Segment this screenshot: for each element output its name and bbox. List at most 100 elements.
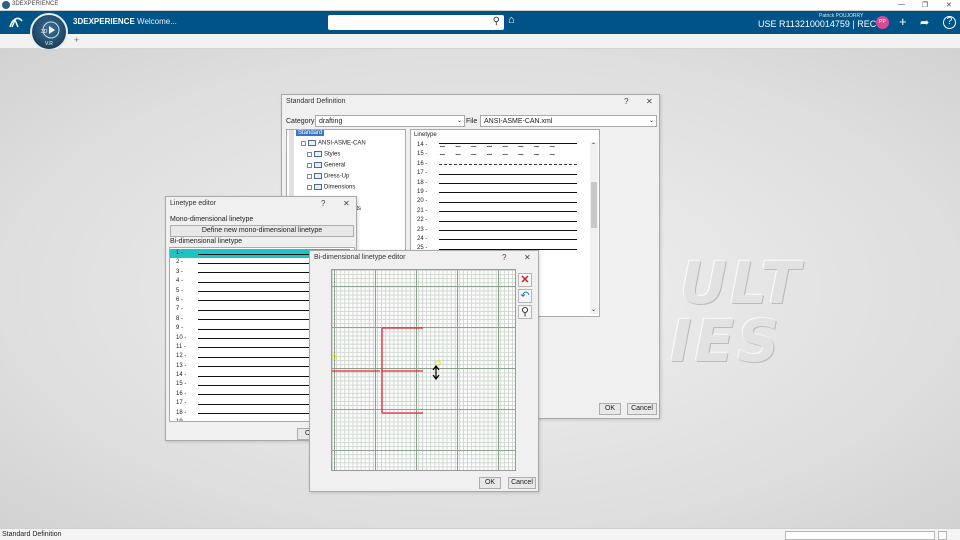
- close-button[interactable]: ✕: [524, 253, 531, 262]
- row-number: 17 -: [176, 400, 187, 407]
- mono-label: Mono-dimensional linetype: [170, 216, 254, 223]
- search-field[interactable]: ⚲: [328, 15, 504, 30]
- delete-stroke-icon[interactable]: ✕: [518, 273, 532, 287]
- status-square[interactable]: [938, 531, 947, 540]
- app-icon: [2, 1, 10, 9]
- linetype-sample: [439, 239, 577, 241]
- linetype-row[interactable]: 15 - ∼∼∼∼∼∼∼∼: [417, 150, 585, 159]
- play-icon[interactable]: 3D: [38, 20, 64, 40]
- tree-node-ansi[interactable]: ANSI-ASME-CAN: [301, 140, 366, 147]
- linetype-row[interactable]: 19 -: [417, 188, 585, 197]
- ok-button[interactable]: OK: [599, 403, 621, 415]
- linetype-number: 24 -: [417, 235, 428, 242]
- linetype-sample: [439, 201, 577, 203]
- row-number: 13 -: [176, 362, 187, 369]
- status-text: Standard Definition: [2, 531, 62, 538]
- dialog-title: Standard Definition: [286, 98, 346, 105]
- close-button[interactable]: ✕: [646, 97, 653, 106]
- compass-label: V.R: [45, 41, 53, 47]
- file-select[interactable]: ANSI-ASME-CAN.xml ⌄: [480, 115, 657, 127]
- linetype-pattern-canvas[interactable]: [332, 270, 517, 472]
- status-bar: Standard Definition: [0, 528, 960, 540]
- help-button[interactable]: ?: [502, 253, 506, 262]
- undo-icon[interactable]: ↶: [518, 289, 532, 303]
- row-number: 18 -: [176, 409, 187, 416]
- scroll-up-icon[interactable]: ⌃: [591, 142, 596, 149]
- linetype-row[interactable]: 23 -: [417, 226, 585, 235]
- add-tab-icon[interactable]: +: [74, 35, 79, 45]
- linetype-row[interactable]: 14 - ∼∼∼∼∼∼∼∼: [417, 141, 585, 150]
- linetype-number: 16 -: [417, 160, 428, 167]
- cancel-button[interactable]: Cancel: [508, 477, 536, 489]
- welcome-text: Welcome...: [137, 17, 177, 26]
- close-button[interactable]: ✕: [343, 199, 350, 208]
- top-bar: 3DEXPERIENCE Welcome... ⚲ ⌂ Patrick POUJ…: [0, 11, 960, 34]
- linetype-row[interactable]: 20 -: [417, 197, 585, 206]
- row-number: 9 -: [176, 325, 184, 332]
- compass-widget[interactable]: 3D V.R: [30, 13, 68, 51]
- linetype-row[interactable]: 21 -: [417, 207, 585, 216]
- tree-node-general[interactable]: General: [307, 162, 345, 169]
- row-number: 2 -: [176, 259, 184, 266]
- help-icon[interactable]: ?: [943, 16, 956, 29]
- linetype-row[interactable]: 22 -: [417, 216, 585, 225]
- start-point-marker: [332, 354, 337, 360]
- os-title-bar: 3DEXPERIENCE — ❐ ✕: [0, 0, 960, 11]
- avatar[interactable]: PP: [876, 16, 889, 29]
- linetype-sample: ∼∼∼∼∼∼∼∼: [439, 152, 565, 159]
- linetype-header: Linetype: [414, 132, 437, 138]
- ds-logo-icon[interactable]: [8, 15, 24, 30]
- drawing-grid[interactable]: [331, 269, 516, 471]
- linetype-number: 14 -: [417, 142, 428, 148]
- linetype-number: 18 -: [417, 179, 428, 186]
- linetype-row[interactable]: 17 -: [417, 169, 585, 178]
- linetype-row[interactable]: 24 -: [417, 235, 585, 244]
- row-number: 5 -: [176, 287, 184, 294]
- file-value: ANSI-ASME-CAN.xml: [484, 118, 553, 125]
- linetype-number: 19 -: [417, 188, 428, 195]
- scroll-down-icon[interactable]: ⌄: [591, 306, 596, 313]
- linetype-rows: 14 - ∼∼∼∼∼∼∼∼ 15 - ∼∼∼∼∼∼∼∼ 16 - 17 - 18 - 19 -…: [417, 141, 585, 254]
- category-value: drafting: [319, 118, 343, 125]
- bi-dimensional-editor-dialog: Bi-dimensional linetype editor ? ✕ ✕ ↶ ⚲…: [309, 250, 539, 492]
- define-mono-button[interactable]: Define new mono-dimensional linetype: [170, 225, 354, 237]
- linetype-sample: [439, 173, 577, 175]
- linetype-sample: [439, 164, 577, 166]
- cancel-button[interactable]: Cancel: [627, 403, 657, 415]
- category-label: Category :: [286, 118, 319, 125]
- bi-label: Bi-dimensional linetype: [170, 238, 242, 245]
- category-select[interactable]: drafting ⌄: [315, 115, 465, 127]
- command-input[interactable]: [785, 531, 935, 540]
- close-window-icon[interactable]: ✕: [946, 1, 952, 9]
- add-icon[interactable]: +: [899, 14, 907, 29]
- credential-selector[interactable]: USE R1132100014759 | REC ⌄: [758, 19, 886, 30]
- tab-strip: +: [0, 34, 960, 49]
- list-scrollbar[interactable]: ⌃ ⌄: [590, 142, 598, 314]
- share-icon[interactable]: ➦: [920, 16, 929, 29]
- tree-node-styles[interactable]: Styles: [307, 151, 340, 158]
- row-number: 10 -: [176, 334, 187, 341]
- tag-icon[interactable]: ⌂: [508, 14, 515, 26]
- restore-icon[interactable]: ❐: [922, 1, 928, 9]
- tree-node-standard[interactable]: Standard: [296, 130, 325, 136]
- row-number: 1 -: [176, 250, 184, 256]
- tree-node-dressup[interactable]: Dress-Up: [307, 173, 349, 180]
- search-input[interactable]: [328, 15, 478, 30]
- search-icon[interactable]: ⚲: [493, 16, 500, 27]
- linetype-sample: ∼∼∼∼∼∼∼∼: [439, 143, 577, 149]
- tree-node-dimensions[interactable]: Dimensions: [307, 184, 355, 191]
- linetype-sample: [439, 230, 577, 232]
- minimize-icon[interactable]: —: [898, 1, 905, 8]
- linetype-row[interactable]: 18 -: [417, 179, 585, 188]
- row-number: 14 -: [176, 372, 187, 379]
- help-button[interactable]: ?: [624, 97, 628, 106]
- linetype-row[interactable]: 16 -: [417, 160, 585, 169]
- chevron-down-icon: ⌄: [648, 118, 654, 124]
- scroll-thumb[interactable]: [591, 182, 597, 228]
- zoom-icon[interactable]: ⚲: [518, 305, 532, 319]
- ok-button[interactable]: OK: [479, 477, 501, 489]
- help-button[interactable]: ?: [321, 199, 325, 208]
- dialog-title: Linetype editor: [170, 200, 216, 207]
- dialog-title: Bi-dimensional linetype editor: [314, 254, 406, 261]
- linetype-number: 21 -: [417, 207, 428, 214]
